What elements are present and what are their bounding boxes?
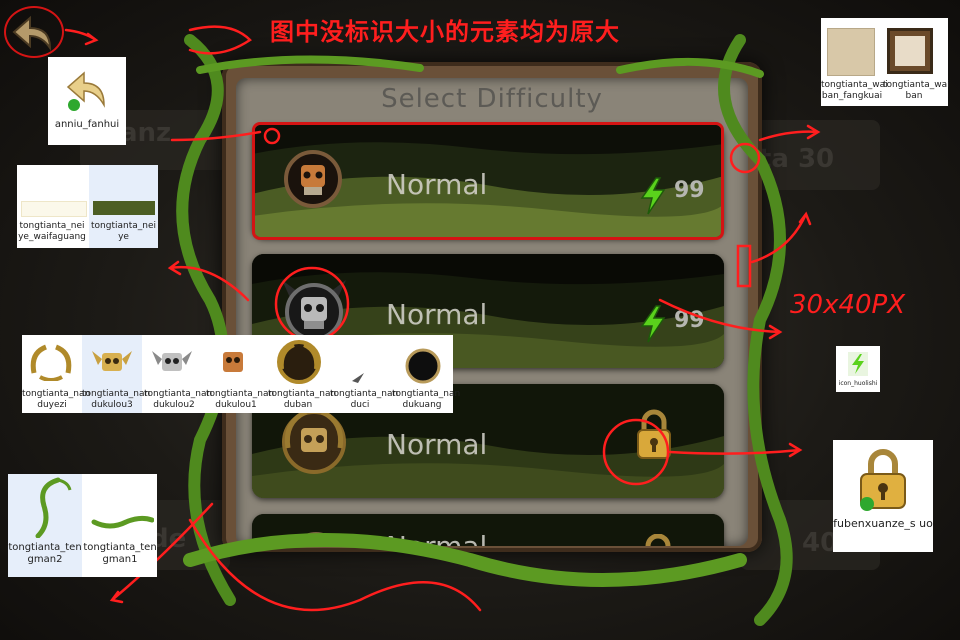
asset-caption: tongtianta_nan duci bbox=[330, 389, 399, 410]
skull-bronze-icon bbox=[223, 352, 243, 372]
skull-silver-icon bbox=[152, 351, 192, 371]
inner-page-swatch bbox=[93, 201, 155, 215]
asset-lightning: icon_huolishi bbox=[836, 346, 880, 392]
frame-outer-swatch bbox=[887, 28, 933, 74]
asset-caption: icon_huolishi bbox=[838, 380, 878, 387]
skull-gold-icon bbox=[92, 351, 132, 371]
vine-icon bbox=[35, 477, 72, 538]
asset-caption: tongtianta_nan dukulou2 bbox=[144, 389, 213, 410]
wreath-icon bbox=[30, 344, 72, 381]
vine-icon bbox=[91, 515, 154, 529]
asset-back-button: anniu_fanhui bbox=[48, 57, 126, 145]
thorn-icon bbox=[352, 373, 364, 383]
asset-caption: tongtianta_nan dukulou1 bbox=[206, 389, 275, 410]
asset-caption: tongtianta_wai ban_fangkuai bbox=[821, 80, 888, 101]
asset-difficulty-icons: tongtianta_nan duyezi tongtianta_nan duk… bbox=[22, 335, 461, 413]
back-arrow-icon bbox=[66, 71, 105, 111]
asset-lock: fubenxuanze_s uo bbox=[833, 440, 933, 552]
asset-inner-page: tongtianta_nei ye_waifaguang tongtianta_… bbox=[17, 165, 158, 248]
asset-frame-pieces: tongtianta_wai ban_fangkuai tongtianta_w… bbox=[821, 18, 950, 106]
lock-icon bbox=[860, 449, 906, 511]
asset-caption: tongtianta_ten gman2 bbox=[8, 542, 82, 565]
asset-caption: tongtianta_nan duyezi bbox=[22, 389, 91, 410]
badge-icon bbox=[277, 340, 321, 384]
lightning-icon bbox=[848, 352, 868, 376]
ring-frame-icon bbox=[405, 348, 441, 384]
inner-glow-swatch bbox=[21, 201, 87, 217]
asset-caption: fubenxuanze_s uo bbox=[833, 517, 933, 530]
asset-vines: tongtianta_ten gman2 tongtianta_ten gman… bbox=[8, 474, 157, 577]
asset-caption: tongtianta_nan duban bbox=[268, 389, 337, 410]
asset-caption: tongtianta_ten gman1 bbox=[83, 542, 157, 565]
asset-caption: tongtianta_nei ye bbox=[91, 221, 156, 242]
size-annotation: 30x40PX bbox=[790, 290, 906, 320]
asset-caption: tongtianta_nan dukulou3 bbox=[82, 389, 151, 410]
asset-caption: tongtianta_nan dukuang bbox=[392, 389, 461, 410]
frame-square-swatch bbox=[827, 28, 875, 76]
asset-caption: tongtianta_wai ban bbox=[883, 80, 950, 101]
asset-caption: tongtianta_nei ye_waifaguang bbox=[18, 221, 86, 242]
asset-caption: anniu_fanhui bbox=[54, 119, 120, 130]
